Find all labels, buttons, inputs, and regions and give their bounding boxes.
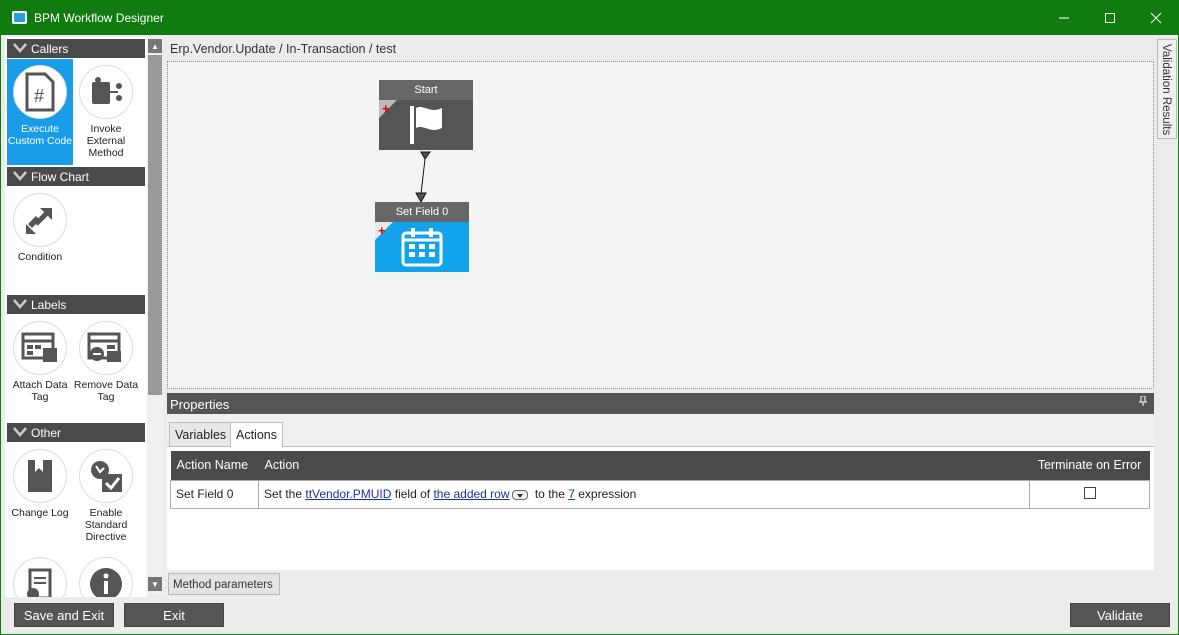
close-button[interactable]	[1133, 1, 1179, 35]
properties-panel: Variables Actions Action Name Action Ter…	[167, 414, 1154, 570]
exit-button[interactable]: Exit	[124, 603, 224, 627]
scroll-up-button[interactable]: ▲	[148, 39, 162, 53]
svg-text:#: #	[34, 86, 44, 106]
section-label: Flow Chart	[31, 170, 90, 184]
tool-partial-1[interactable]	[7, 551, 73, 597]
tool-enable-standard-directive[interactable]: Enable Standard Directive	[73, 443, 139, 549]
section-header-labels[interactable]: Labels	[7, 295, 145, 314]
add-icon[interactable]: +	[378, 223, 386, 238]
caret-down-icon: ▼	[151, 579, 159, 589]
tool-execute-custom-code[interactable]: # Execute Custom Code	[7, 59, 73, 165]
node-title: Set Field 0	[375, 202, 469, 222]
close-icon	[1150, 12, 1162, 24]
section-header-callers[interactable]: Callers	[7, 39, 145, 58]
tool-partial-2[interactable]	[73, 551, 139, 597]
tool-invoke-external-method[interactable]: Invoke External Method	[73, 59, 139, 165]
tab-variables[interactable]: Variables	[169, 422, 233, 447]
chevron-down-icon	[13, 299, 27, 309]
palette-scrollbar[interactable]: ▲ ▼	[147, 37, 163, 595]
expression-link[interactable]: 7	[568, 487, 575, 501]
terminate-cell	[1029, 479, 1150, 509]
tool-label: Enable Standard Directive	[84, 507, 128, 543]
app-icon	[12, 11, 27, 24]
action-name-cell: Set Field 0	[170, 479, 259, 509]
maximize-icon	[1105, 13, 1115, 23]
actions-panel: Action Name Action Terminate on Error Se…	[167, 446, 1154, 570]
section-header-other[interactable]: Other	[7, 423, 145, 442]
caret-up-icon: ▲	[151, 41, 159, 51]
calendar-grid-icon	[401, 228, 443, 267]
scroll-thumb[interactable]	[148, 55, 162, 395]
action-description-cell: Set the ttVendor.PMUID field of the adde…	[258, 479, 1030, 509]
tool-label: Condition	[17, 251, 63, 263]
field-link[interactable]: ttVendor.PMUID	[305, 487, 391, 501]
workflow-canvas[interactable]: Start + Set Field 0 +	[167, 61, 1154, 389]
info-icon	[79, 557, 133, 597]
properties-title: Properties	[170, 397, 230, 412]
tab-actions[interactable]: Actions	[230, 422, 283, 448]
table-header-row: Action Name Action Terminate on Error	[170, 451, 1150, 480]
tool-remove-data-tag[interactable]: Remove Data Tag	[73, 315, 139, 421]
properties-header: Properties	[167, 393, 1154, 414]
connector-layer	[415, 151, 431, 204]
section-label: Other	[31, 426, 62, 440]
tool-palette: Callers # Execute Custom Code Invoke Ext…	[5, 37, 147, 597]
code-file-icon: #	[13, 65, 67, 119]
section-label: Labels	[31, 298, 67, 312]
validate-button[interactable]: Validate	[1070, 603, 1170, 627]
condition-arrows-icon	[13, 193, 67, 247]
tool-label: Execute Custom Code	[7, 123, 73, 147]
column-header-action-name: Action Name	[170, 451, 259, 480]
flag-icon	[410, 106, 442, 144]
dropdown-arrow-icon[interactable]	[511, 489, 528, 500]
validation-results-tab[interactable]: Validation Results	[1157, 39, 1177, 139]
table-row[interactable]: Set Field 0 Set the ttVendor.PMUID field…	[170, 479, 1150, 509]
row-link[interactable]: the added row	[433, 487, 509, 501]
node-set-field-0[interactable]: Set Field 0 +	[375, 202, 469, 272]
directive-check-icon	[79, 449, 133, 503]
column-header-action: Action	[258, 451, 1030, 480]
chevron-down-icon	[13, 427, 27, 437]
minimize-button[interactable]	[1041, 1, 1087, 35]
tool-label: Remove Data Tag	[73, 379, 139, 403]
document-cancel-icon	[13, 557, 67, 597]
window-title: BPM Workflow Designer	[34, 11, 164, 25]
attach-tag-icon	[13, 321, 67, 375]
chevron-down-icon	[13, 43, 27, 53]
tool-label: Attach Data Tag	[12, 379, 68, 403]
title-bar: BPM Workflow Designer	[1, 1, 1178, 35]
section-header-flow-chart[interactable]: Flow Chart	[7, 167, 145, 186]
scroll-down-button[interactable]: ▼	[148, 577, 162, 591]
external-method-icon	[79, 65, 133, 119]
method-parameters-tab[interactable]: Method parameters	[168, 573, 280, 595]
chevron-down-icon	[13, 171, 27, 181]
maximize-button[interactable]	[1087, 1, 1133, 35]
node-title: Start	[379, 80, 473, 100]
pin-icon[interactable]	[1139, 395, 1147, 409]
tool-change-log[interactable]: Change Log	[7, 443, 73, 549]
add-icon[interactable]: +	[382, 101, 390, 116]
validation-results-label: Validation Results	[1160, 44, 1172, 136]
connector-end-arrow	[415, 192, 427, 204]
remove-tag-icon	[79, 321, 133, 375]
tool-condition[interactable]: Condition	[7, 187, 73, 293]
tool-label: Change Log	[11, 507, 69, 519]
connector-start-arrow	[420, 151, 431, 160]
book-icon	[13, 449, 67, 503]
breadcrumb: Erp.Vendor.Update / In-Transaction / tes…	[170, 42, 397, 56]
actions-table: Action Name Action Terminate on Error Se…	[170, 451, 1150, 509]
bpm-workflow-designer-window: BPM Workflow Designer Callers # Execute …	[0, 0, 1179, 635]
connector-line	[420, 158, 426, 195]
tool-attach-data-tag[interactable]: Attach Data Tag	[7, 315, 73, 421]
terminate-on-error-checkbox[interactable]	[1083, 486, 1096, 499]
section-label: Callers	[31, 42, 69, 56]
column-header-terminate: Terminate on Error	[1029, 451, 1150, 480]
minimize-icon	[1059, 17, 1069, 19]
tool-label: Invoke External Method	[86, 123, 126, 159]
node-start[interactable]: Start +	[379, 80, 473, 150]
save-and-exit-button[interactable]: Save and Exit	[14, 603, 114, 627]
